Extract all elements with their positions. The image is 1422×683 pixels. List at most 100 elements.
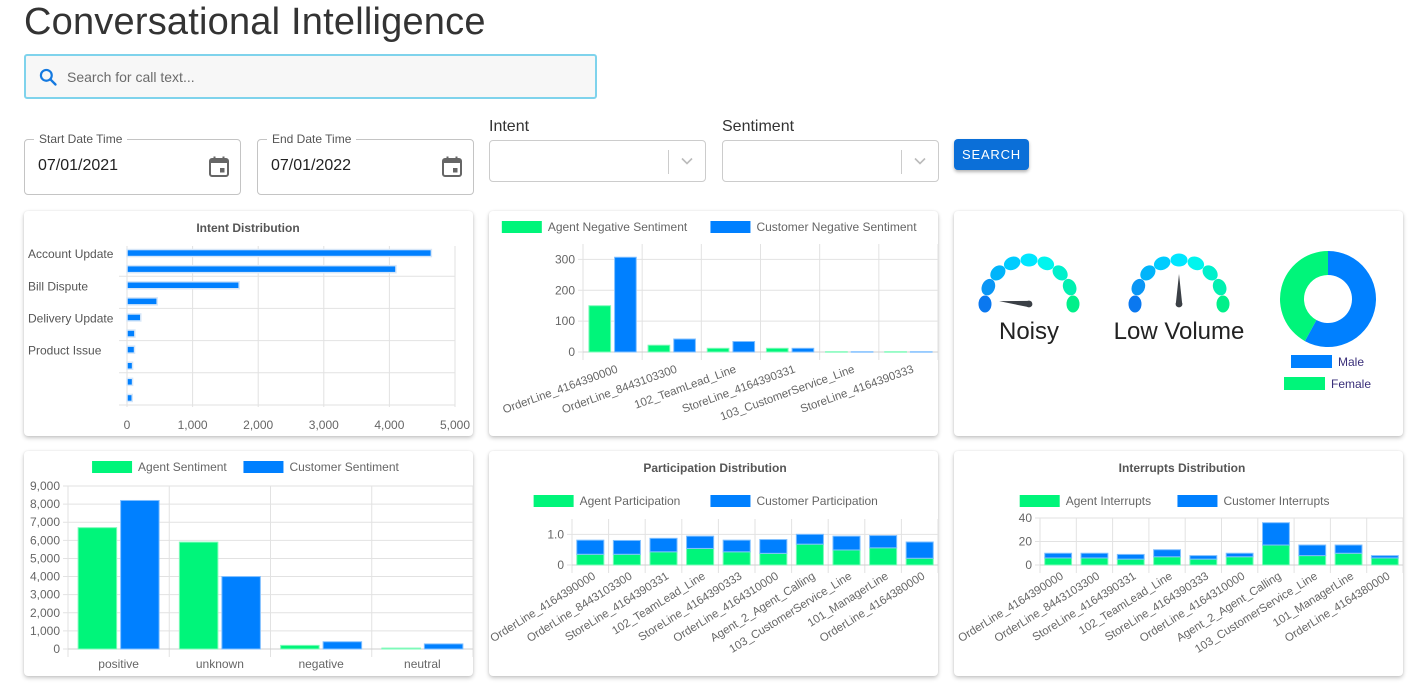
negative-sentiment-chart: Agent Negative Sentiment Customer Negativ… bbox=[501, 220, 938, 423]
volume-gauge-needle-hub bbox=[1175, 300, 1183, 308]
bar-agent bbox=[280, 644, 320, 650]
y-tick-label: 40 bbox=[1019, 511, 1033, 525]
intent-bar bbox=[126, 393, 133, 403]
bar-agent bbox=[647, 344, 671, 353]
intent-bar bbox=[126, 329, 136, 338]
chevron-down-icon[interactable] bbox=[913, 154, 927, 168]
start-date-field[interactable]: Start Date Time 07/01/2021 bbox=[24, 132, 241, 195]
calendar-icon[interactable] bbox=[442, 156, 462, 178]
x-tick-label: 5,000 bbox=[440, 418, 470, 432]
y-tick-label: 5,000 bbox=[30, 551, 60, 565]
sentiment-select[interactable] bbox=[722, 140, 939, 182]
chevron-down-icon[interactable] bbox=[680, 154, 694, 168]
bar-agent bbox=[1334, 552, 1363, 566]
noise-gauge-label: Noisy bbox=[998, 318, 1059, 345]
intent-bar bbox=[126, 264, 397, 274]
y-tick-label: Bill Dispute bbox=[28, 279, 88, 293]
bar-customer bbox=[722, 539, 751, 553]
legend-swatch bbox=[710, 221, 751, 233]
bar-agent bbox=[77, 527, 118, 650]
bar-customer bbox=[832, 535, 861, 551]
x-tick-label: 3,000 bbox=[309, 418, 339, 432]
sentiment-card: Agent Sentiment Customer Sentiment 0 1,000 2… bbox=[24, 451, 473, 676]
y-tick-label: 0 bbox=[1025, 558, 1032, 572]
bar-customer bbox=[759, 539, 788, 554]
start-date-label: Start Date Time bbox=[34, 132, 128, 146]
legend-label: Female bbox=[1331, 377, 1371, 391]
end-date-label: End Date Time bbox=[267, 132, 357, 146]
bar-customer bbox=[1334, 544, 1363, 554]
bar-agent bbox=[612, 553, 641, 566]
y-tick-label: Delivery Update bbox=[28, 311, 114, 325]
bar-customer bbox=[1153, 549, 1181, 558]
bar-agent bbox=[1298, 555, 1327, 566]
legend-label: Customer Sentiment bbox=[289, 460, 399, 474]
intent-bar bbox=[126, 361, 134, 370]
bar-agent bbox=[869, 547, 898, 566]
bar-customer bbox=[1116, 553, 1145, 560]
bar-agent bbox=[706, 347, 730, 353]
bar-agent bbox=[1116, 558, 1145, 566]
bar-agent bbox=[1225, 556, 1254, 566]
bar-agent bbox=[1044, 557, 1073, 566]
search-input[interactable] bbox=[65, 67, 545, 86]
bar-agent bbox=[576, 553, 605, 566]
y-tick-label: 1,000 bbox=[30, 624, 60, 638]
intent-bar bbox=[126, 313, 142, 322]
x-tick-label: 2,000 bbox=[243, 418, 273, 432]
legend-swatch bbox=[1284, 377, 1325, 390]
x-tick-label: neutral bbox=[404, 657, 441, 671]
page-title: Conversational Intelligence bbox=[24, 1, 486, 43]
intent-select[interactable] bbox=[489, 140, 706, 182]
bar-customer bbox=[576, 539, 605, 555]
legend-label: Agent Participation bbox=[580, 494, 681, 508]
legend-swatch bbox=[710, 495, 751, 507]
intent-distribution-chart: Intent Distribution 0 1,000 2,000 3,000 4,000… bbox=[28, 221, 470, 432]
noise-gauge-needle-hub bbox=[1025, 300, 1033, 308]
bar-agent bbox=[381, 647, 421, 650]
bar-customer bbox=[423, 643, 464, 650]
bar-customer bbox=[322, 641, 363, 650]
y-tick-label: 2,000 bbox=[30, 606, 60, 620]
y-tick-label: 20 bbox=[1019, 535, 1033, 549]
search-field[interactable] bbox=[24, 54, 597, 99]
search-icon bbox=[39, 68, 57, 86]
bar-customer bbox=[905, 541, 934, 559]
y-tick-label: 4,000 bbox=[30, 570, 60, 584]
bar-customer bbox=[869, 535, 898, 549]
bar-agent bbox=[649, 551, 678, 566]
calendar-icon[interactable] bbox=[209, 156, 229, 178]
select-separator bbox=[901, 150, 902, 174]
bar-agent bbox=[1189, 558, 1218, 566]
bar-customer bbox=[1262, 522, 1290, 546]
bar-customer bbox=[1370, 555, 1399, 559]
bar-customer bbox=[1298, 544, 1327, 557]
end-date-value[interactable]: 07/01/2022 bbox=[271, 157, 351, 175]
bar-agent bbox=[722, 551, 751, 566]
y-tick-label: 200 bbox=[555, 283, 575, 297]
legend-label: Agent Interrupts bbox=[1066, 494, 1151, 508]
participation-card: Participation Distribution Agent Particip… bbox=[489, 451, 938, 676]
bar-customer bbox=[1080, 552, 1109, 559]
legend-label: Customer Participation bbox=[756, 494, 877, 508]
x-tick-label: StoreLine_4164390333 bbox=[799, 364, 915, 416]
bar-customer bbox=[612, 539, 641, 555]
intent-bar bbox=[126, 281, 240, 290]
legend-label: Male bbox=[1338, 355, 1364, 369]
sentiment-chart: Agent Sentiment Customer Sentiment 0 1,000 2… bbox=[30, 460, 473, 671]
x-tick-label: unknown bbox=[196, 657, 244, 671]
bar-customer bbox=[909, 351, 933, 353]
intent-label: Intent bbox=[489, 118, 530, 135]
start-date-value[interactable]: 07/01/2021 bbox=[38, 157, 118, 175]
bar-customer bbox=[1189, 555, 1218, 560]
legend-swatch bbox=[243, 461, 284, 473]
participation-chart: Participation Distribution Agent Particip… bbox=[489, 461, 938, 656]
bar-agent bbox=[1262, 544, 1290, 566]
legend-swatch bbox=[501, 221, 542, 233]
legend-swatch bbox=[1291, 355, 1332, 368]
y-tick-label: 0 bbox=[568, 345, 575, 359]
end-date-field[interactable]: End Date Time 07/01/2022 bbox=[257, 132, 474, 195]
intent-bar bbox=[126, 297, 158, 306]
legend-swatch bbox=[533, 495, 574, 507]
search-button[interactable]: SEARCH bbox=[954, 139, 1029, 170]
